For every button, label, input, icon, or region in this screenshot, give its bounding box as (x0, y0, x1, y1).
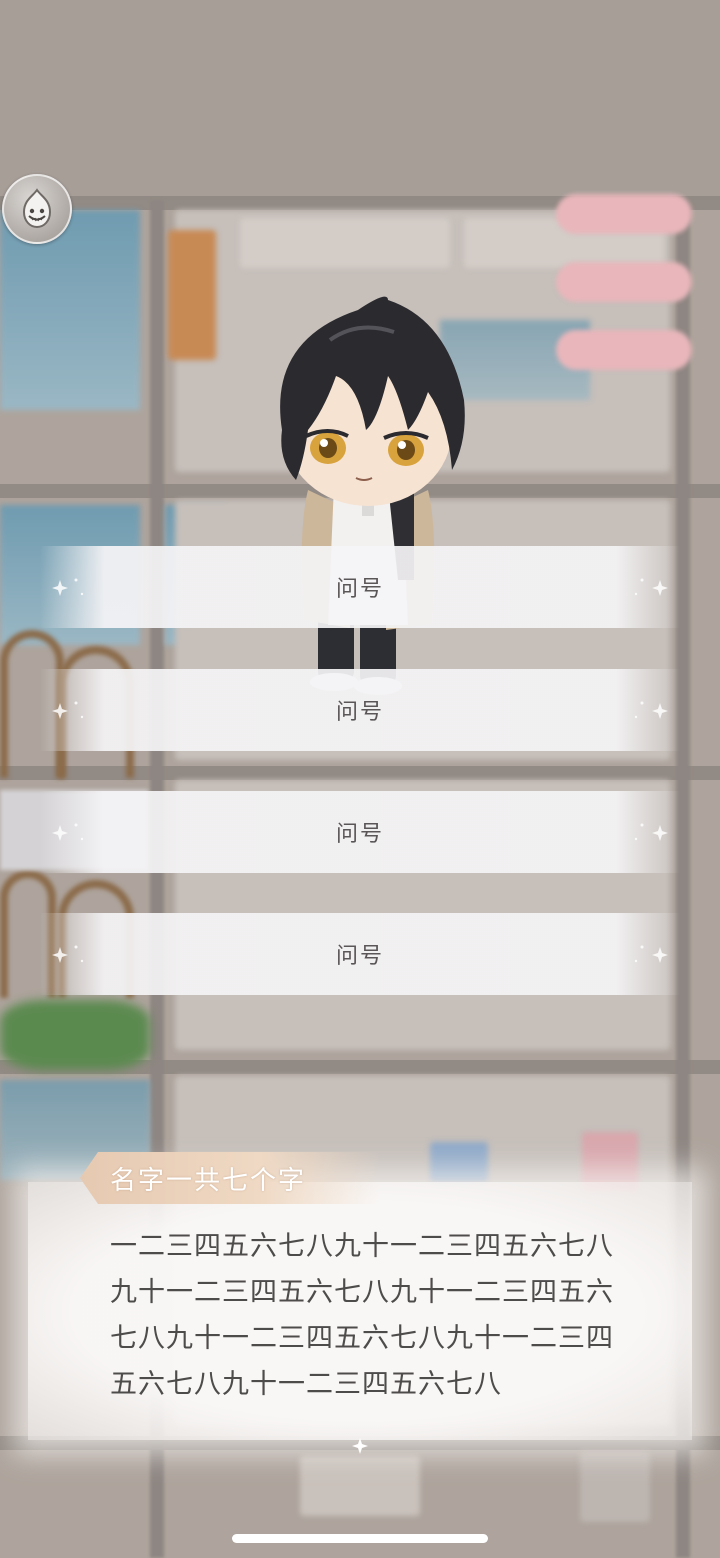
character-chibi (280, 296, 465, 695)
background-furniture (300, 1456, 420, 1516)
choice-option-2[interactable]: 问号 (40, 669, 680, 751)
choice-option-3[interactable]: 问号 (40, 791, 680, 873)
background-shelf-tag (556, 194, 692, 234)
sparkle-icon (352, 1438, 368, 1454)
avatar-button[interactable] (2, 174, 72, 244)
background-ceiling (0, 0, 720, 200)
sparkle-icon (634, 823, 668, 841)
choice-option-4[interactable]: 问号 (40, 913, 680, 995)
game-scene: 问号 问号 问号 问号 名字一共七个字 一二三四五六七八九十一二三四五六七八九十… (0, 0, 720, 1558)
background-curtain (168, 230, 216, 360)
choice-label: 问号 (335, 822, 384, 847)
choice-option-1[interactable]: 问号 (40, 546, 680, 628)
sparkle-icon (52, 823, 84, 841)
background-shelf-tag (556, 330, 692, 370)
speaker-name-tag: 名字一共七个字 (80, 1152, 380, 1204)
wisp-mascot-icon (22, 188, 52, 229)
sparkle-icon (634, 945, 668, 963)
speaker-name: 名字一共七个字 (110, 1165, 307, 1196)
background-plant (0, 1000, 150, 1070)
sparkle-icon (52, 945, 84, 963)
background-frame (430, 1142, 488, 1182)
choice-label: 问号 (335, 944, 384, 969)
sparkle-icon (634, 578, 668, 596)
sparkle-icon (52, 701, 84, 719)
dialogue-text: 一二三四五六七八九十一二三四五六七八九十一二三四五六七八九十一二三四五六七八九十… (110, 1231, 614, 1400)
choice-label: 问号 (335, 700, 384, 725)
background-shelf-tag (556, 262, 692, 302)
sparkle-icon (52, 578, 84, 596)
sparkle-icon (634, 701, 668, 719)
background-furniture (580, 1452, 650, 1522)
choice-label: 问号 (335, 577, 384, 602)
background-cabinet (240, 218, 450, 268)
home-indicator[interactable] (232, 1534, 488, 1543)
